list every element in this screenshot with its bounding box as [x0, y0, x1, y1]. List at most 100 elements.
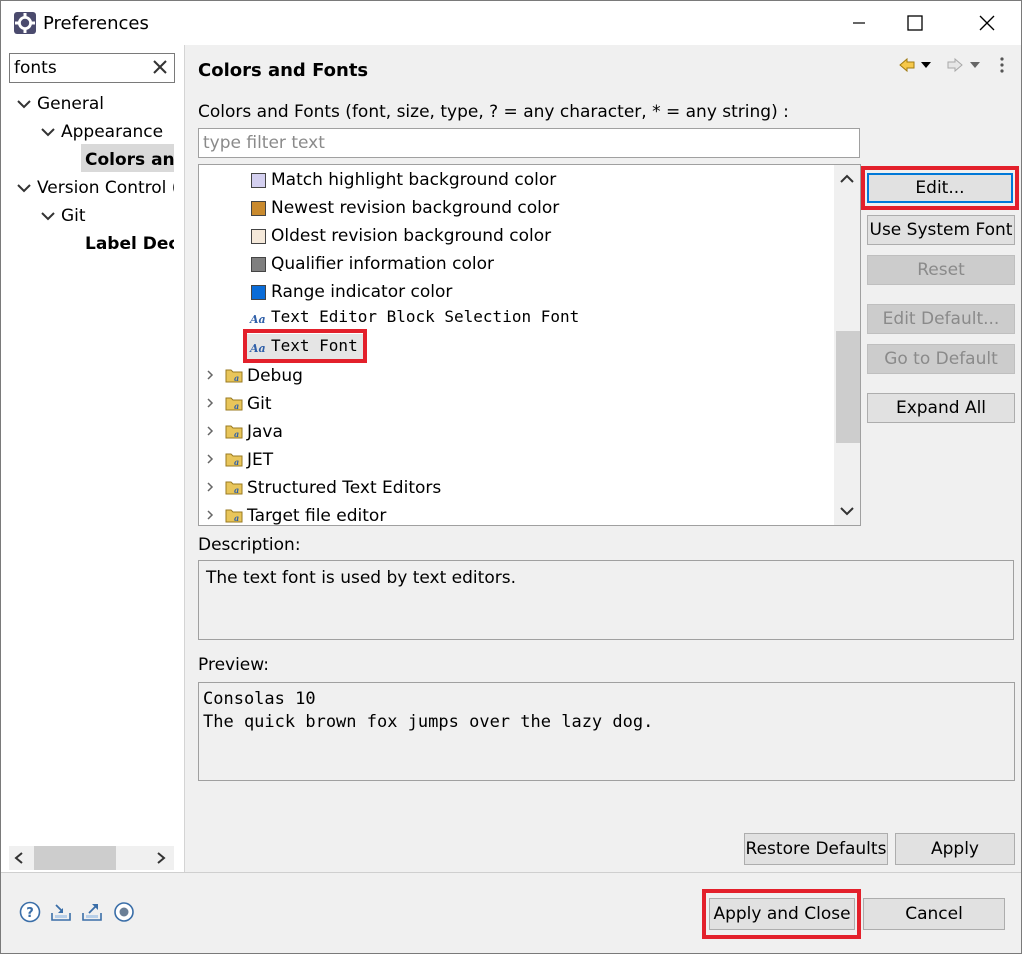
view-menu-icon[interactable]: [1000, 57, 1004, 73]
scroll-left-icon[interactable]: [13, 852, 25, 864]
color-swatch: [251, 285, 266, 300]
color-swatch: [251, 229, 266, 244]
font-folder-icon: a: [225, 509, 243, 523]
tree-item-qualifier-info[interactable]: Qualifier information color: [271, 250, 494, 278]
edit-default-button[interactable]: Edit Default...: [867, 304, 1015, 334]
tree-item-oldest-revision[interactable]: Oldest revision background color: [271, 222, 551, 250]
scroll-up-icon[interactable]: [840, 173, 854, 185]
help-icon[interactable]: ?: [19, 901, 41, 923]
expand-all-button[interactable]: Expand All: [867, 393, 1015, 423]
scrollbar-thumb[interactable]: [34, 846, 116, 870]
color-swatch: [251, 257, 266, 272]
tree-filter-field[interactable]: [198, 128, 860, 158]
chevron-right-icon[interactable]: [205, 426, 215, 436]
tree-node-colors-and-fonts[interactable]: Colors and Fonts: [85, 147, 174, 173]
chevron-right-icon[interactable]: [205, 510, 215, 520]
forward-menu-icon[interactable]: [970, 62, 980, 68]
chevron-down-icon[interactable]: [17, 97, 31, 111]
chevron-right-icon[interactable]: [205, 454, 215, 464]
apply-and-close-button[interactable]: Apply and Close: [709, 898, 855, 930]
scroll-right-icon[interactable]: [155, 852, 167, 864]
svg-text:a: a: [234, 429, 239, 439]
tree-node-git[interactable]: Git: [61, 203, 86, 229]
apply-button[interactable]: Apply: [895, 833, 1015, 865]
preference-filter[interactable]: [9, 53, 175, 83]
svg-text:a: a: [234, 401, 239, 411]
tree-category-jet[interactable]: JET: [247, 446, 273, 474]
svg-text:?: ?: [26, 906, 34, 921]
font-folder-icon: a: [225, 481, 243, 495]
preview-label: Preview:: [198, 655, 269, 675]
color-swatch: [251, 173, 266, 188]
chevron-right-icon[interactable]: [205, 370, 215, 380]
font-icon: Aa: [250, 313, 266, 326]
page-title: Colors and Fonts: [198, 60, 369, 81]
tree-item-range-indicator[interactable]: Range indicator color: [271, 278, 452, 306]
colors-fonts-label: Colors and Fonts (font, size, type, ? = …: [198, 102, 789, 122]
cancel-button[interactable]: Cancel: [863, 898, 1005, 930]
colors-fonts-tree: Match highlight background color Newest …: [198, 164, 861, 526]
tree-category-java[interactable]: Java: [247, 418, 283, 446]
footer-bar: ? Apply and Close Cancel: [1, 873, 1021, 953]
scroll-down-icon[interactable]: [840, 505, 854, 517]
import-icon[interactable]: [50, 901, 72, 923]
close-icon: [979, 15, 995, 31]
use-system-font-button[interactable]: Use System Font: [867, 215, 1015, 245]
chevron-right-icon[interactable]: [205, 482, 215, 492]
preview-sample-text: The quick brown fox jumps over the lazy …: [203, 712, 654, 732]
tree-category-debug[interactable]: Debug: [247, 362, 303, 390]
font-folder-icon: a: [225, 453, 243, 467]
preference-tree: General Appearance Colors and Fonts Vers…: [1, 85, 174, 845]
description-label: Description:: [198, 535, 301, 555]
svg-text:a: a: [234, 373, 239, 383]
preference-filter-input[interactable]: [14, 56, 144, 80]
tree-item-text-font[interactable]: Text Font: [271, 332, 358, 360]
svg-text:a: a: [234, 457, 239, 467]
title-bar: Preferences: [1, 1, 1021, 45]
description-text: The text font is used by text editors.: [206, 568, 516, 588]
description-box: The text font is used by text editors.: [198, 560, 1014, 640]
tree-filter-input[interactable]: [203, 131, 843, 155]
tree-node-label-decorations[interactable]: Label Decorations: [85, 231, 174, 257]
font-icon: Aa: [250, 342, 266, 355]
preference-tree-panel: General Appearance Colors and Fonts Vers…: [1, 45, 184, 873]
scrollbar-thumb[interactable]: [836, 331, 860, 443]
color-swatch: [251, 201, 266, 216]
edit-button[interactable]: Edit...: [867, 173, 1013, 203]
chevron-right-icon[interactable]: [205, 398, 215, 408]
svg-text:a: a: [234, 485, 239, 495]
tree-item-block-selection-font[interactable]: Text Editor Block Selection Font: [271, 303, 579, 331]
preference-page: Colors and Fonts Colors and Fonts (font,…: [185, 45, 1021, 873]
record-icon[interactable]: [113, 901, 135, 923]
minimize-icon: [853, 22, 865, 24]
maximize-button[interactable]: [887, 1, 943, 45]
svg-text:a: a: [234, 513, 239, 523]
tree-node-appearance[interactable]: Appearance: [61, 119, 163, 145]
chevron-down-icon[interactable]: [17, 181, 31, 195]
export-icon[interactable]: [81, 901, 103, 923]
tree-node-version-control[interactable]: Version Control (Team): [37, 175, 174, 201]
left-horizontal-scrollbar[interactable]: [9, 846, 174, 870]
tree-category-structured-text-editors[interactable]: Structured Text Editors: [247, 474, 441, 502]
eclipse-app-icon: [14, 12, 36, 34]
font-folder-icon: a: [225, 369, 243, 383]
tree-category-target-file-editor[interactable]: Target file editor: [247, 502, 386, 525]
back-icon[interactable]: [899, 57, 915, 73]
chevron-down-icon[interactable]: [41, 209, 55, 223]
close-button[interactable]: [959, 1, 1015, 45]
tree-item-newest-revision[interactable]: Newest revision background color: [271, 194, 559, 222]
chevron-down-icon[interactable]: [41, 125, 55, 139]
tree-item-match-highlight[interactable]: Match highlight background color: [271, 166, 556, 194]
clear-filter-icon[interactable]: [150, 57, 170, 77]
tree-category-git[interactable]: Git: [247, 390, 272, 418]
back-menu-icon[interactable]: [921, 62, 931, 68]
tree-node-general[interactable]: General: [37, 91, 104, 117]
forward-icon[interactable]: [947, 57, 963, 73]
reset-button[interactable]: Reset: [867, 255, 1015, 285]
preview-box: Consolas 10 The quick brown fox jumps ov…: [198, 682, 1015, 781]
preview-font-name: Consolas 10: [203, 689, 316, 709]
tree-vertical-scrollbar[interactable]: [834, 165, 860, 525]
minimize-button[interactable]: [831, 1, 887, 45]
go-to-default-button[interactable]: Go to Default: [867, 344, 1015, 374]
restore-defaults-button[interactable]: Restore Defaults: [744, 833, 888, 865]
